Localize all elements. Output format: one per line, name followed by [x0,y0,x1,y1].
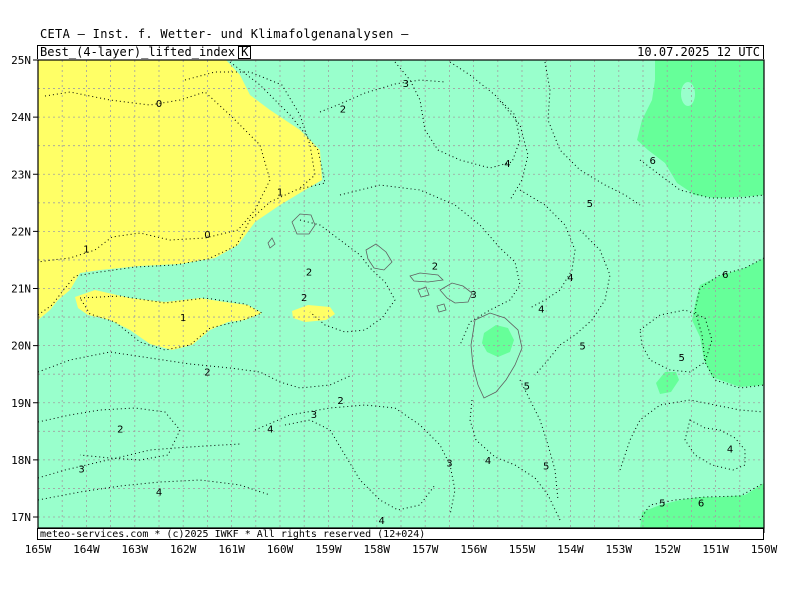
latitude-axis: 25N 24N 23N 22N 21N 20N 19N 18N 17N [11,54,31,524]
lon-tick-label: 161W [218,543,245,556]
lifted-index-map: 0 0 1 1 1 2 3 4 5 6 6 2 2 2 3 4 4 5 5 5 2 2 3 2 4 3 4 3 4 5 4 4 5 6 25N 24… [11,54,778,556]
contour-value-label: 3 [311,410,317,421]
lon-tick-label: 165W [25,543,52,556]
lon-tick-label: 157W [412,543,439,556]
contour-value-label: 2 [301,293,307,304]
lon-tick-label: 152W [654,543,681,556]
contour-value-label: 0 [204,230,210,241]
lon-tick-label: 153W [606,543,633,556]
map-area: 0 0 1 1 1 2 3 4 5 6 6 2 2 2 3 4 4 5 5 5 2 2 3 2 4 3 4 3 4 5 4 4 5 6 [38,60,764,528]
contour-value-label: 2 [432,262,438,273]
contour-value-label: 6 [722,270,728,281]
lat-tick-label: 19N [11,397,31,410]
contour-value-label: 5 [679,353,685,364]
lat-tick-label: 25N [11,54,31,67]
contour-value-label: 3 [470,290,476,301]
contour-value-label: 4 [727,444,733,455]
contour-value-label: 3 [446,459,452,470]
contour-value-label: 1 [83,245,89,256]
contour-value-label: 2 [337,396,343,407]
lon-tick-label: 163W [122,543,149,556]
lat-tick-label: 22N [11,225,31,238]
contour-value-label: 5 [587,199,593,210]
contour-value-label: 2 [204,367,210,378]
contour-value-label: 5 [524,382,530,393]
lifted-index-hole-northeast [681,82,695,106]
lon-tick-label: 151W [702,543,729,556]
lon-tick-label: 150W [751,543,778,556]
contour-value-label: 5 [659,499,665,510]
lon-tick-label: 164W [73,543,100,556]
contour-value-label: 6 [649,156,655,167]
contour-value-label: 5 [579,342,585,353]
lat-tick-label: 24N [11,111,31,124]
lat-tick-label: 23N [11,168,31,181]
longitude-axis: 165W 164W 163W 162W 161W 160W 159W 158W 157W 156W… [25,543,778,556]
contour-value-label: 4 [538,304,544,315]
contour-value-label: 4 [485,456,491,467]
contour-value-label: 3 [78,464,84,475]
contour-value-label: 4 [567,273,573,284]
contour-value-label: 2 [340,105,346,116]
lon-tick-label: 155W [509,543,536,556]
contour-value-label: 2 [306,267,312,278]
lat-tick-label: 17N [11,511,31,524]
contour-value-label: 2 [117,424,123,435]
lat-tick-label: 18N [11,454,31,467]
contour-value-label: 5 [543,462,549,473]
contour-value-label: 4 [378,516,384,527]
lat-tick-label: 20N [11,340,31,353]
contour-value-label: 6 [698,499,704,510]
contour-value-label: 1 [277,187,283,198]
lat-tick-label: 21N [11,283,31,296]
contour-value-label: 0 [156,99,162,110]
lon-tick-label: 159W [315,543,342,556]
lon-tick-label: 160W [267,543,294,556]
copyright-footer: meteo-services.com * (c)2025 IWKF * All … [37,528,764,540]
lon-tick-label: 158W [364,543,391,556]
contour-value-label: 4 [267,424,273,435]
contour-value-label: 1 [180,313,186,324]
contour-value-label: 3 [403,79,409,90]
contour-value-label: 4 [504,159,510,170]
lon-tick-label: 162W [170,543,197,556]
contour-value-label: 4 [156,487,162,498]
lon-tick-label: 156W [460,543,487,556]
lon-tick-label: 154W [557,543,584,556]
